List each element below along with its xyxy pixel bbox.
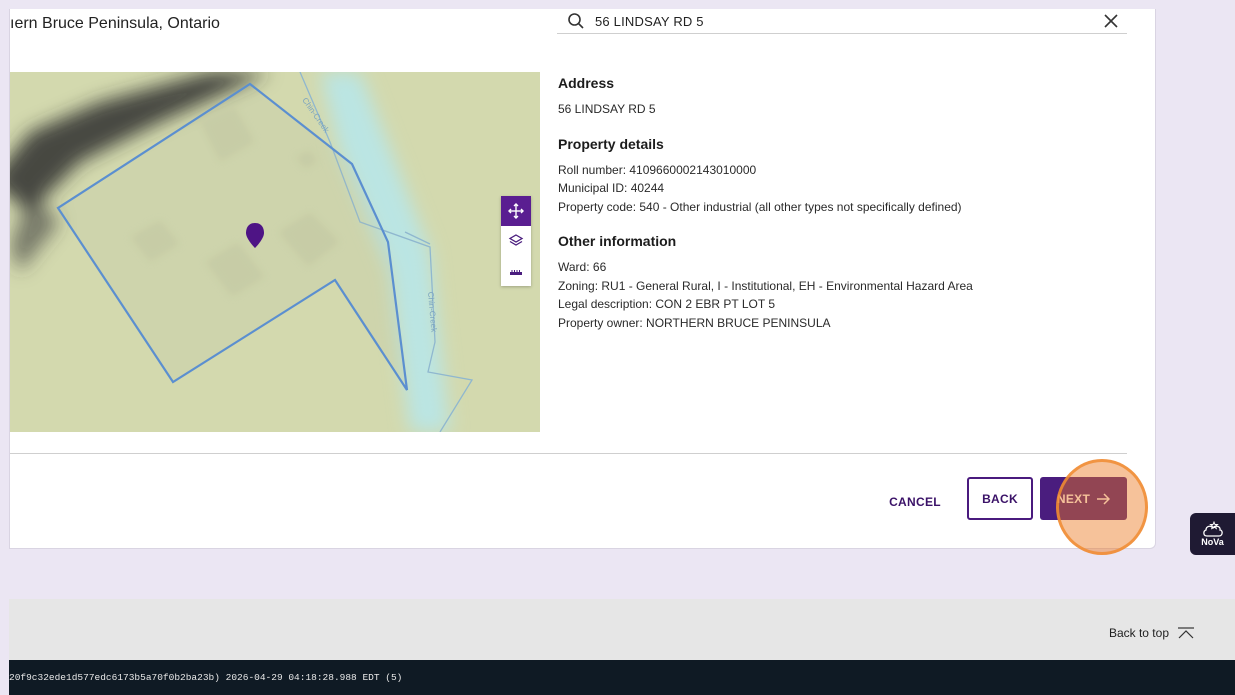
debug-status-bar: 20f9c32ede1d577edc6173b5a70f0b2ba23b) 20… <box>9 660 1235 695</box>
move-icon <box>508 203 524 219</box>
search-icon <box>568 13 584 29</box>
property-details-heading: Property details <box>558 135 664 152</box>
property-card: ıern Bruce Peninsula, Ontario 56 LINDSAY… <box>9 9 1156 555</box>
chevron-up-icon <box>1178 627 1194 639</box>
municipal-id: Municipal ID: 40244 <box>558 181 665 195</box>
address-value: 56 LINDSAY RD 5 <box>558 102 656 116</box>
address-heading: Address <box>558 75 615 91</box>
measure-tool-button[interactable] <box>501 256 531 286</box>
ruler-icon <box>510 270 522 275</box>
back-button[interactable]: BACK <box>967 477 1033 520</box>
property-owner: Property owner: NORTHERN BRUCE PENINSULA <box>558 315 831 330</box>
footer: Back to top <box>9 599 1235 660</box>
property-code: Property code: 540 - Other industrial (a… <box>558 199 962 214</box>
back-to-top-label: Back to top <box>1108 626 1169 640</box>
other-information-heading: Other information <box>558 233 677 249</box>
layers-tool-button[interactable] <box>501 226 531 256</box>
back-to-top-link[interactable]: Back to top <box>1109 626 1195 640</box>
close-icon[interactable] <box>1103 13 1119 29</box>
zoning: Zoning: RU1 - General Rural, I - Institu… <box>558 278 973 293</box>
next-button[interactable]: NEXT <box>1040 477 1127 520</box>
location-title: ıern Bruce Peninsula, Ontario <box>10 15 220 32</box>
property-info-panel: Address 56 LINDSAY RD 5 Property details… <box>558 75 1118 349</box>
roll-number: Roll number: 4109660002143010000 <box>558 162 757 177</box>
property-details-section: Property details Roll number: 4109660002… <box>558 136 1118 217</box>
debug-text: 20f9c32ede1d577edc6173b5a70f0b2ba23b) 20… <box>9 672 403 683</box>
ward: Ward: 66 <box>558 260 607 274</box>
map-canvas[interactable]: Chin-Creek Chin-Creek <box>10 72 540 432</box>
pan-tool-button[interactable] <box>501 196 531 226</box>
next-button-label: NEXT <box>1056 491 1091 506</box>
nova-assistant-button[interactable]: NoVa <box>1190 513 1235 555</box>
legal-description: Legal description: CON 2 EBR PT LOT 5 <box>558 297 775 311</box>
cancel-button[interactable]: CANCEL <box>880 484 950 520</box>
map-toolbar <box>501 196 531 286</box>
nova-label: NoVa <box>1201 537 1224 547</box>
arrow-right-icon <box>1097 492 1111 505</box>
layers-icon <box>508 234 524 246</box>
divider <box>10 453 1127 454</box>
other-information-section: Other information Ward: 66 Zoning: RU1 -… <box>558 233 1118 332</box>
address-search[interactable]: 56 LINDSAY RD 5 <box>557 9 1127 34</box>
search-input[interactable]: 56 LINDSAY RD 5 <box>595 14 1103 29</box>
address-section: Address 56 LINDSAY RD 5 <box>558 75 1118 119</box>
property-map[interactable]: Chin-Creek Chin-Creek <box>10 72 540 432</box>
